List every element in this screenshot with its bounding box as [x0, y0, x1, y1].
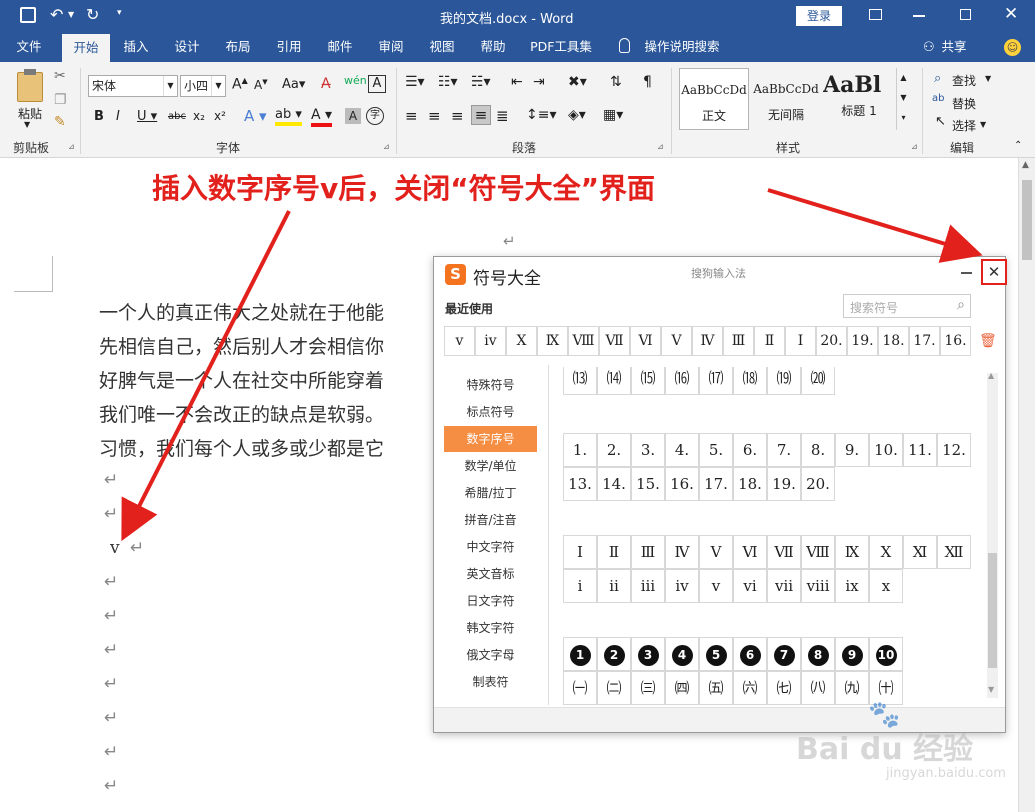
- annotation-arrows: [121, 188, 983, 542]
- watermark-brand: Bai du 经验: [796, 732, 974, 767]
- arrow-to-close: [767, 188, 983, 263]
- arrow-to-inserted-char: [121, 210, 291, 542]
- baidu-watermark: 🐾 Bai du 经验 jingyan.baidu.com: [790, 700, 1030, 800]
- watermark-url: jingyan.baidu.com: [886, 766, 1006, 781]
